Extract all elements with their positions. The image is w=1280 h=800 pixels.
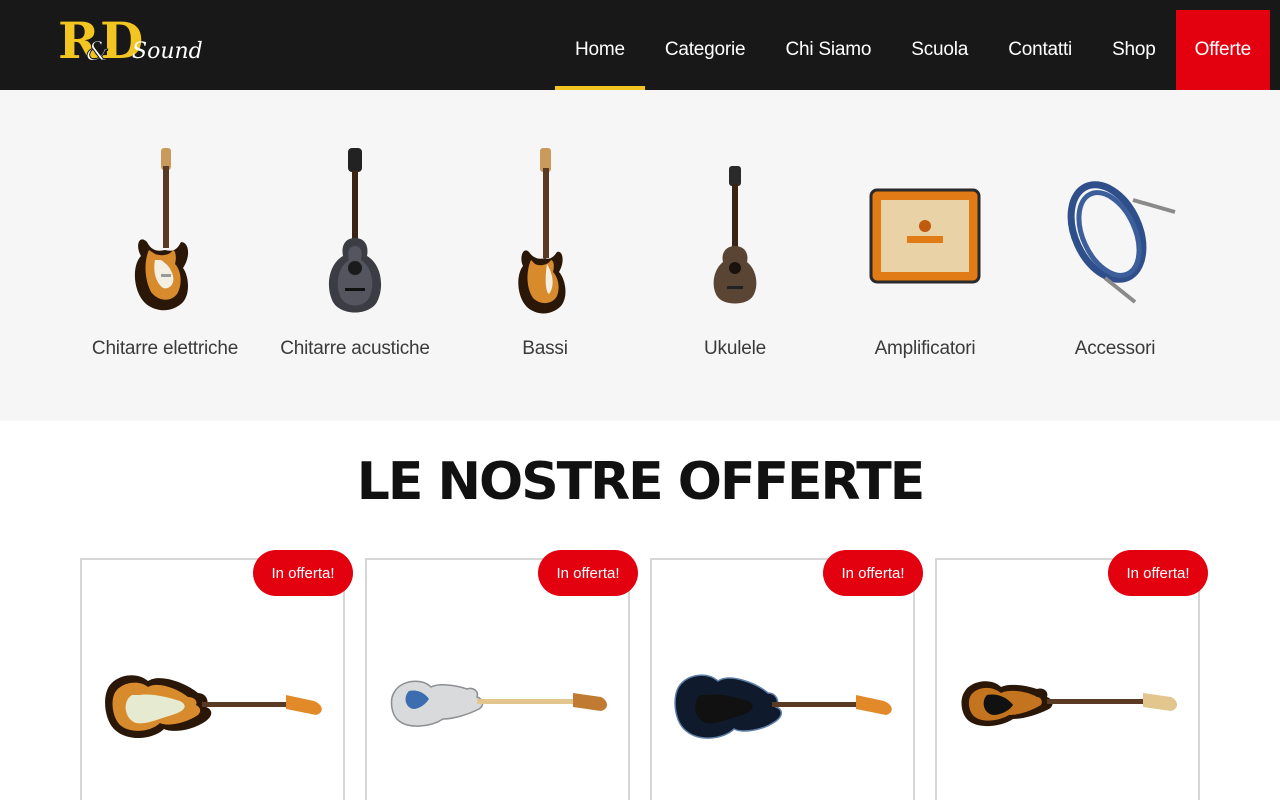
category-acoustic-guitars[interactable]: Chitarre acustiche [260, 146, 450, 366]
category-label: Chitarre elettriche [91, 338, 239, 359]
product-card[interactable]: In offerta! [80, 550, 353, 800]
acoustic-guitar-icon [328, 148, 382, 313]
nav-offerte-label: Offerte [1194, 39, 1252, 60]
sunburst-bass-guitar-image [961, 681, 1177, 727]
nav-chi-siamo[interactable]: Chi Siamo [765, 10, 891, 90]
site-header: R D & Sound Home Categorie Chi Siamo Scu… [0, 0, 1280, 90]
ukulele-icon [713, 166, 757, 304]
white-bass-guitar-image [390, 680, 607, 727]
category-bass[interactable]: Bassi [450, 146, 640, 366]
category-amplifiers[interactable]: Amplificatori [830, 146, 1020, 366]
sunburst-electric-guitar-image [105, 675, 322, 739]
nav-scuola[interactable]: Scuola [891, 10, 988, 90]
black-electric-guitar-image [674, 674, 892, 739]
category-label: Amplificatori [874, 338, 976, 359]
category-label: Bassi [522, 338, 568, 359]
product-card[interactable]: In offerta! [935, 550, 1208, 800]
nav-shop[interactable]: Shop [1092, 10, 1176, 90]
nav-contatti-label: Contatti [1008, 39, 1073, 60]
main-nav: Home Categorie Chi Siamo Scuola Contatti… [554, 0, 1270, 90]
nav-categorie-label: Categorie [664, 39, 746, 60]
nav-chi-siamo-label: Chi Siamo [785, 39, 872, 60]
product-card[interactable]: In offerta! [365, 550, 638, 800]
svg-text:&: & [86, 37, 109, 66]
nav-home-label: Home [574, 39, 625, 60]
offer-badge: In offerta! [823, 550, 923, 596]
nav-home[interactable]: Home [554, 10, 645, 90]
electric-guitar-icon [134, 148, 189, 311]
category-label: Accessori [1074, 338, 1156, 359]
nav-offerte[interactable]: Offerte [1175, 10, 1270, 90]
offer-badge: In offerta! [538, 550, 638, 596]
offer-badge: In offerta! [253, 550, 353, 596]
category-label: Ukulele [704, 338, 766, 359]
category-label: Chitarre acustiche [280, 338, 430, 359]
nav-scuola-label: Scuola [911, 39, 969, 60]
offers-title: LE NOSTRE OFFERTE [356, 452, 926, 512]
site-logo[interactable]: R D & Sound [58, 10, 208, 70]
product-card[interactable]: In offerta! [650, 550, 923, 800]
amplifier-icon [869, 188, 981, 284]
nav-contatti[interactable]: Contatti [988, 10, 1092, 90]
bass-guitar-icon [518, 148, 566, 314]
nav-categorie[interactable]: Categorie [645, 10, 766, 90]
svg-text:Sound: Sound [132, 39, 203, 64]
categories-section: Chitarre elettriche Chitarre acustiche B… [0, 90, 1280, 421]
category-accessories[interactable]: Accessori [1020, 146, 1210, 366]
category-electric-guitars[interactable]: Chitarre elettriche [70, 146, 260, 366]
nav-shop-label: Shop [1112, 39, 1156, 60]
category-ukulele[interactable]: Ukulele [640, 146, 830, 366]
cable-icon [1067, 181, 1176, 304]
offer-badge: In offerta! [1108, 550, 1208, 596]
